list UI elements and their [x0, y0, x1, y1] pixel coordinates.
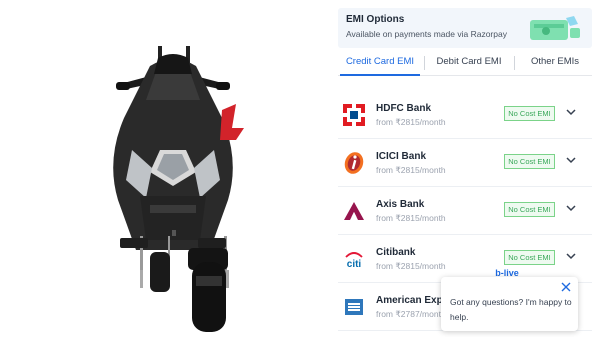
scooter-illustration: [113, 46, 244, 332]
tab-other-emis[interactable]: Other EMIs: [518, 50, 592, 76]
product-image: [0, 0, 330, 337]
bank-row-hdfc[interactable]: HDFC Bank from ₹2815/month No Cost EMI: [338, 91, 592, 139]
tab-divider: [424, 56, 425, 70]
emi-subtitle: Available on payments made via Razorpay: [346, 29, 507, 39]
svg-text:citi: citi: [347, 259, 362, 270]
chevron-down-icon[interactable]: [566, 155, 576, 165]
icici-logo-icon: [344, 152, 364, 174]
bank-row-icici[interactable]: ICICI Bank from ₹2815/month No Cost EMI: [338, 139, 592, 187]
emi-title: EMI Options: [346, 14, 405, 25]
bank-name: Citibank: [376, 247, 416, 258]
no-cost-emi-badge: No Cost EMI: [504, 202, 555, 217]
chat-message: Got any questions? I'm happy to help.: [450, 297, 572, 322]
bank-emi-from: from ₹2815/month: [376, 261, 446, 271]
hdfc-logo-icon: [343, 104, 365, 126]
chevron-down-icon[interactable]: [566, 203, 576, 213]
bank-name: Axis Bank: [376, 199, 425, 210]
payment-illustration-icon: [530, 16, 580, 40]
emi-header: EMI Options Available on payments made v…: [338, 8, 592, 48]
bank-row-citi[interactable]: citi Citibank from ₹2815/month No Cost E…: [338, 235, 592, 283]
bank-emi-from: from ₹2815/month: [376, 213, 446, 223]
axis-logo-icon: [344, 202, 364, 220]
bank-emi-from: from ₹2815/month: [376, 165, 446, 175]
tab-divider: [514, 56, 515, 70]
emi-tabs: Credit Card EMI Debit Card EMI Other EMI…: [338, 50, 592, 76]
chevron-down-icon[interactable]: [566, 107, 576, 117]
amex-logo-icon: [345, 299, 363, 315]
citi-logo-icon: citi: [345, 252, 363, 270]
bank-row-axis[interactable]: Axis Bank from ₹2815/month No Cost EMI: [338, 187, 592, 235]
no-cost-emi-badge: No Cost EMI: [504, 154, 555, 169]
bank-name: ICICI Bank: [376, 151, 427, 162]
close-icon[interactable]: [560, 281, 572, 293]
tab-credit-card-emi[interactable]: Credit Card EMI: [340, 50, 420, 76]
bank-emi-from: from ₹2787/month: [376, 309, 446, 319]
bank-emi-from: from ₹2815/month: [376, 117, 446, 127]
no-cost-emi-badge: No Cost EMI: [504, 106, 555, 121]
no-cost-emi-badge: No Cost EMI: [504, 250, 555, 265]
chat-popup[interactable]: Got any questions? I'm happy to help.: [441, 277, 578, 331]
tab-debit-card-emi[interactable]: Debit Card EMI: [426, 50, 512, 76]
chevron-down-icon[interactable]: [566, 251, 576, 261]
bank-name: HDFC Bank: [376, 103, 432, 114]
